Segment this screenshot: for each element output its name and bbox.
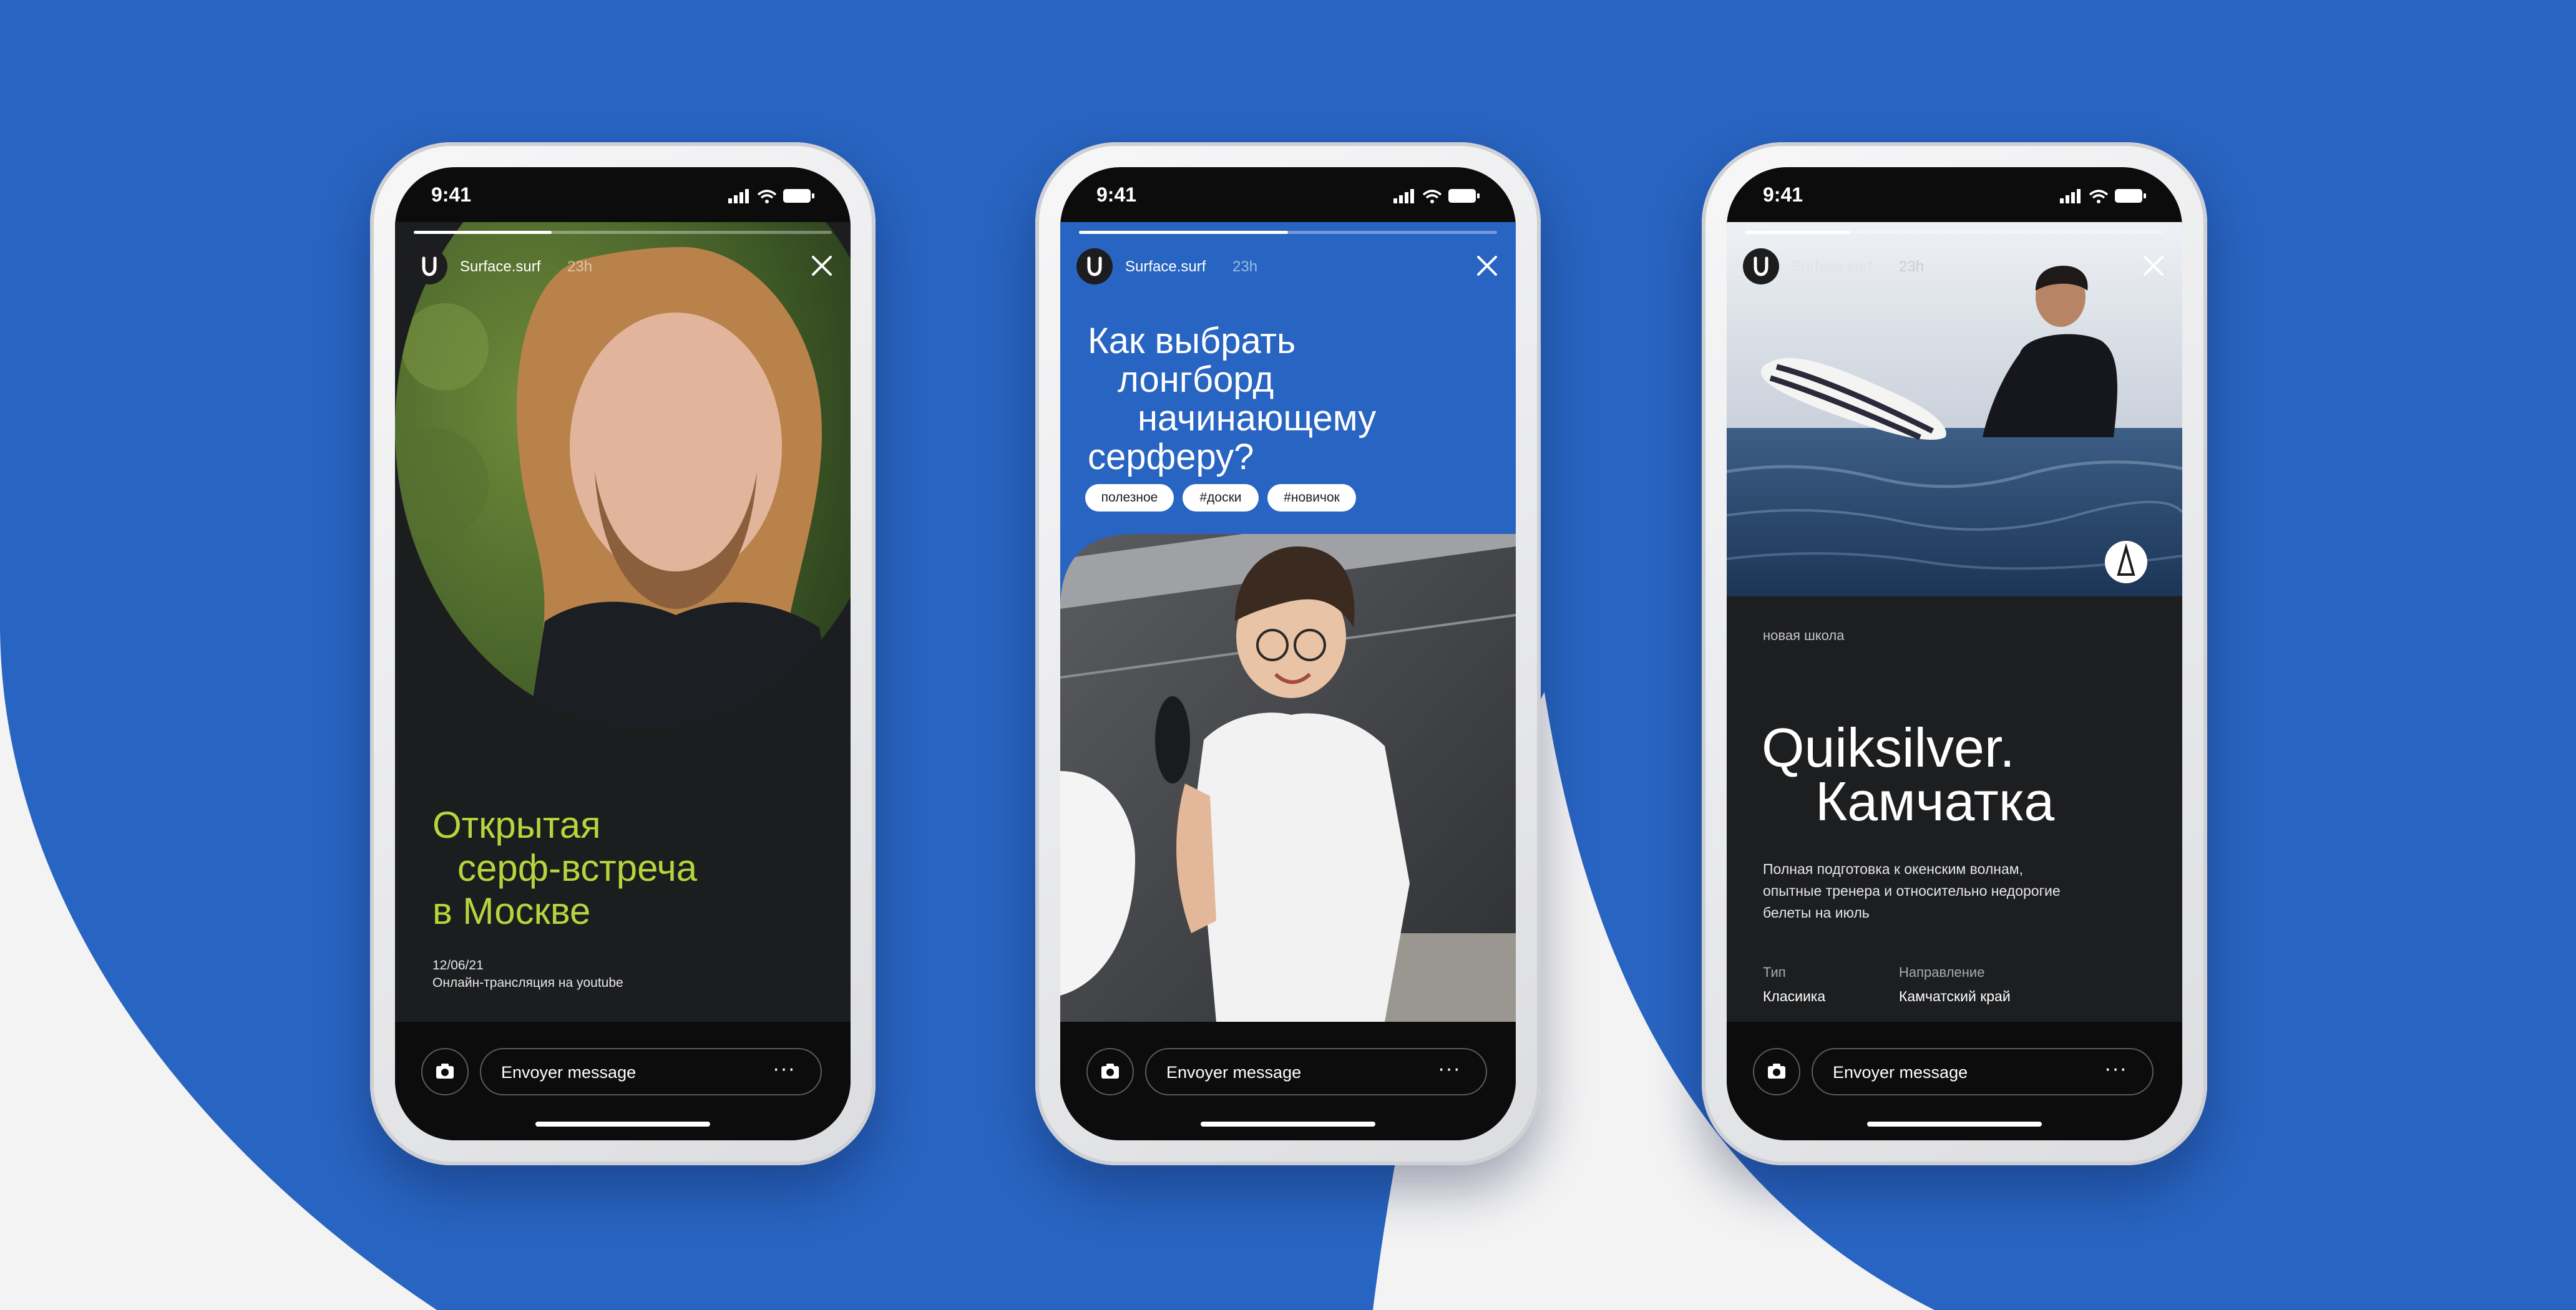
progress-fill — [1745, 231, 1850, 234]
story-header: Surface.surf 23h — [1076, 248, 1501, 286]
story-username[interactable]: Surface.surf — [460, 258, 540, 276]
message-placeholder: Envoyer message — [1833, 1063, 1968, 1082]
close-icon[interactable] — [808, 252, 836, 279]
message-input[interactable]: Envoyer message ··· — [1145, 1048, 1487, 1095]
story-header: Surface.surf 23h — [1743, 248, 2167, 286]
camera-icon — [1768, 1064, 1785, 1079]
close-icon[interactable] — [1473, 252, 1501, 279]
title-line: Камчатка — [1815, 770, 2055, 832]
story-username[interactable]: Surface.surf — [1792, 258, 1872, 276]
story-3[interactable]: Surface.surf 23h новая школа Quiksilver.… — [1727, 222, 2182, 1022]
status-time: 9:41 — [1763, 183, 1803, 206]
story-kicker: новая школа — [1763, 628, 1845, 643]
screen: Surface.surf 23h Как выбрать лонгборд на… — [1060, 167, 1516, 1140]
title-line: Quiksilver. — [1762, 717, 2015, 779]
status-time: 9:41 — [431, 183, 472, 206]
status-bar: 9:41 — [1727, 167, 2182, 222]
title-line: лонгборд — [1118, 359, 1274, 400]
tag-chip[interactable]: #новичок — [1267, 484, 1356, 512]
status-bar: 9:41 — [1060, 167, 1516, 222]
camera-icon — [1101, 1064, 1119, 1079]
camera-button[interactable] — [421, 1048, 469, 1095]
story-progress — [1079, 231, 1497, 234]
tag-chip[interactable]: #доски — [1183, 484, 1259, 512]
status-icons — [728, 189, 814, 203]
title-line: в Москве — [432, 890, 591, 932]
event-subtitle: Онлайн-трансляция на youtube — [432, 976, 623, 990]
home-indicator — [1867, 1122, 2042, 1127]
story-age: 23h — [567, 258, 593, 275]
more-icon[interactable]: ··· — [2104, 1057, 2127, 1081]
message-placeholder: Envoyer message — [1166, 1063, 1302, 1082]
skater-photo — [1060, 534, 1516, 1022]
description-line: белеты на июль — [1763, 905, 1870, 921]
story-progress — [1745, 231, 2164, 234]
progress-fill — [414, 231, 552, 234]
meta-direction-label: Направление — [1899, 964, 1985, 980]
story-age: 23h — [1899, 258, 1925, 275]
reply-bar: Envoyer message ··· — [395, 1022, 851, 1140]
story-1[interactable]: Surface.surf 23h Открытая серф-встреча в… — [395, 222, 851, 1022]
meta-type-value: Класиика — [1763, 988, 1826, 1004]
notch — [1154, 167, 1422, 207]
more-icon[interactable]: ··· — [1438, 1057, 1461, 1081]
home-indicator — [535, 1122, 710, 1127]
notch — [1820, 167, 2089, 207]
meta-direction-value: Камчатский край — [1899, 988, 2011, 1004]
status-time: 9:41 — [1096, 183, 1137, 206]
reply-bar: Envoyer message ··· — [1060, 1022, 1516, 1140]
story-title: Quiksilver. Камчатка — [1762, 717, 2055, 832]
status-bar: 9:41 — [395, 167, 851, 222]
notch — [489, 167, 757, 207]
title-line: серферу? — [1088, 437, 1254, 477]
brand-logo-icon[interactable] — [1743, 248, 1779, 284]
description-line: Полная подготовка к окенским волнам, — [1763, 861, 2023, 877]
title-line: Как выбрать — [1088, 321, 1296, 361]
message-input[interactable]: Envoyer message ··· — [1812, 1048, 2154, 1095]
camera-button[interactable] — [1753, 1048, 1800, 1095]
camera-icon — [436, 1064, 454, 1079]
story-header: Surface.surf 23h — [411, 248, 836, 286]
message-placeholder: Envoyer message — [501, 1063, 637, 1082]
title-line: начинающему — [1138, 398, 1377, 439]
tag-chip[interactable]: полезное — [1085, 484, 1174, 512]
description-line: опытные тренера и относительно недорогие — [1763, 883, 2061, 899]
story-username[interactable]: Surface.surf — [1125, 258, 1206, 276]
story-age: 23h — [1232, 258, 1258, 275]
story-progress — [414, 231, 832, 234]
phone-3: Surface.surf 23h новая школа Quiksilver.… — [1702, 142, 2207, 1165]
story-title: Открытая серф-встреча в Москве — [432, 803, 697, 933]
reply-bar: Envoyer message ··· — [1727, 1022, 2182, 1140]
title-line: Открытая — [432, 804, 601, 846]
phone-2: Surface.surf 23h Как выбрать лонгборд на… — [1035, 142, 1541, 1165]
screen: Surface.surf 23h новая школа Quiksilver.… — [1727, 167, 2182, 1140]
brand-logo-icon[interactable] — [1076, 248, 1113, 284]
meta-type-label: Тип — [1763, 964, 1786, 980]
close-icon[interactable] — [2140, 252, 2167, 279]
story-description: Полная подготовка к окенским волнам, опы… — [1763, 858, 2061, 924]
home-indicator — [1201, 1122, 1375, 1127]
more-icon[interactable]: ··· — [773, 1057, 796, 1081]
phone-1: Surface.surf 23h Открытая серф-встреча в… — [370, 142, 876, 1165]
camera-button[interactable] — [1086, 1048, 1134, 1095]
brand-logo-icon[interactable] — [411, 248, 447, 284]
title-line: серф-встреча — [457, 847, 698, 889]
status-icons — [2060, 189, 2146, 203]
message-input[interactable]: Envoyer message ··· — [480, 1048, 822, 1095]
screen: Surface.surf 23h Открытая серф-встреча в… — [395, 167, 851, 1140]
event-date: 12/06/21 — [432, 958, 484, 973]
story-title: Как выбрать лонгборд начинающему серферу… — [1088, 322, 1376, 477]
story-2[interactable]: Surface.surf 23h Как выбрать лонгборд на… — [1060, 222, 1516, 1022]
status-icons — [1393, 189, 1480, 203]
progress-fill — [1079, 231, 1288, 234]
